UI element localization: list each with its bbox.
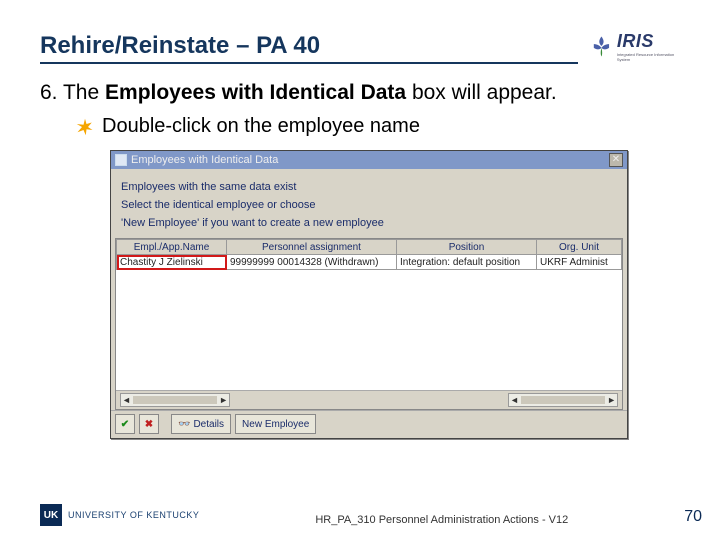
scroll-left-icon[interactable]: ◄: [122, 395, 131, 405]
col-position[interactable]: Position: [397, 240, 537, 255]
uk-name: UNIVERSITY OF KENTUCKY: [68, 510, 199, 520]
ok-button[interactable]: ✔: [115, 414, 135, 434]
glasses-icon: 👓: [178, 419, 190, 430]
window-icon: [115, 154, 127, 166]
scroll-right-icon[interactable]: ►: [219, 395, 228, 405]
step-6: 6. The Employees with Identical Data box…: [40, 78, 680, 107]
dialog-msg-1: Employees with the same data exist: [121, 179, 617, 197]
iris-tagline: Integrated Resource Information System: [617, 52, 680, 62]
bullet-text: Double-click on the employee name: [102, 115, 420, 138]
cell-org[interactable]: UKRF Administ: [537, 255, 622, 270]
h-scroll-left[interactable]: ◄ ►: [120, 393, 230, 407]
iris-flower-icon: [590, 33, 613, 59]
dialog-msg-3: 'New Employee' if you want to create a n…: [121, 215, 617, 233]
cell-name[interactable]: Chastity J Zielinski: [117, 255, 227, 270]
col-org[interactable]: Org. Unit: [537, 240, 622, 255]
table-row[interactable]: Chastity J Zielinski 99999999 00014328 (…: [117, 255, 622, 270]
identical-data-dialog: Employees with Identical Data ✕ Employee…: [110, 150, 628, 439]
employee-grid: Empl./App.Name Personnel assignment Posi…: [115, 238, 623, 410]
col-assignment[interactable]: Personnel assignment: [227, 240, 397, 255]
star-burst-icon: [76, 118, 94, 136]
page-number: 70: [684, 508, 702, 526]
footer-doc: HR_PA_310 Personnel Administration Actio…: [199, 514, 684, 526]
step-bullet: Double-click on the employee name: [40, 115, 680, 138]
col-name[interactable]: Empl./App.Name: [117, 240, 227, 255]
scroll-right-icon[interactable]: ►: [607, 395, 616, 405]
iris-brand-text: IRIS: [617, 31, 680, 52]
grid-empty-area: [116, 270, 622, 390]
step-text-suffix: box will appear.: [406, 81, 557, 104]
dialog-msg-2: Select the identical employee or choose: [121, 197, 617, 215]
new-employee-button[interactable]: New Employee: [235, 414, 316, 434]
step-number: 6.: [40, 81, 58, 104]
h-scroll-right[interactable]: ◄ ►: [508, 393, 618, 407]
step-bold-phrase: Employees with Identical Data: [105, 81, 406, 104]
iris-logo: IRIS Integrated Resource Information Sys…: [590, 28, 680, 64]
uk-logo: UK UNIVERSITY OF KENTUCKY: [40, 504, 199, 526]
page-title: Rehire/Reinstate – PA 40: [40, 32, 578, 64]
cancel-button[interactable]: ✖: [139, 414, 159, 434]
step-text-prefix: The: [63, 81, 105, 104]
scroll-left-icon[interactable]: ◄: [510, 395, 519, 405]
dialog-toolbar: ✔ ✖ 👓 Details New Employee: [111, 410, 627, 438]
cell-assignment[interactable]: 99999999 00014328 (Withdrawn): [227, 255, 397, 270]
grid-header-row: Empl./App.Name Personnel assignment Posi…: [117, 240, 622, 255]
close-icon[interactable]: ✕: [609, 153, 623, 167]
uk-mark: UK: [40, 504, 62, 526]
dialog-title: Employees with Identical Data: [131, 154, 278, 166]
details-label: Details: [193, 419, 224, 430]
cell-position[interactable]: Integration: default position: [397, 255, 537, 270]
details-button[interactable]: 👓 Details: [171, 414, 231, 434]
